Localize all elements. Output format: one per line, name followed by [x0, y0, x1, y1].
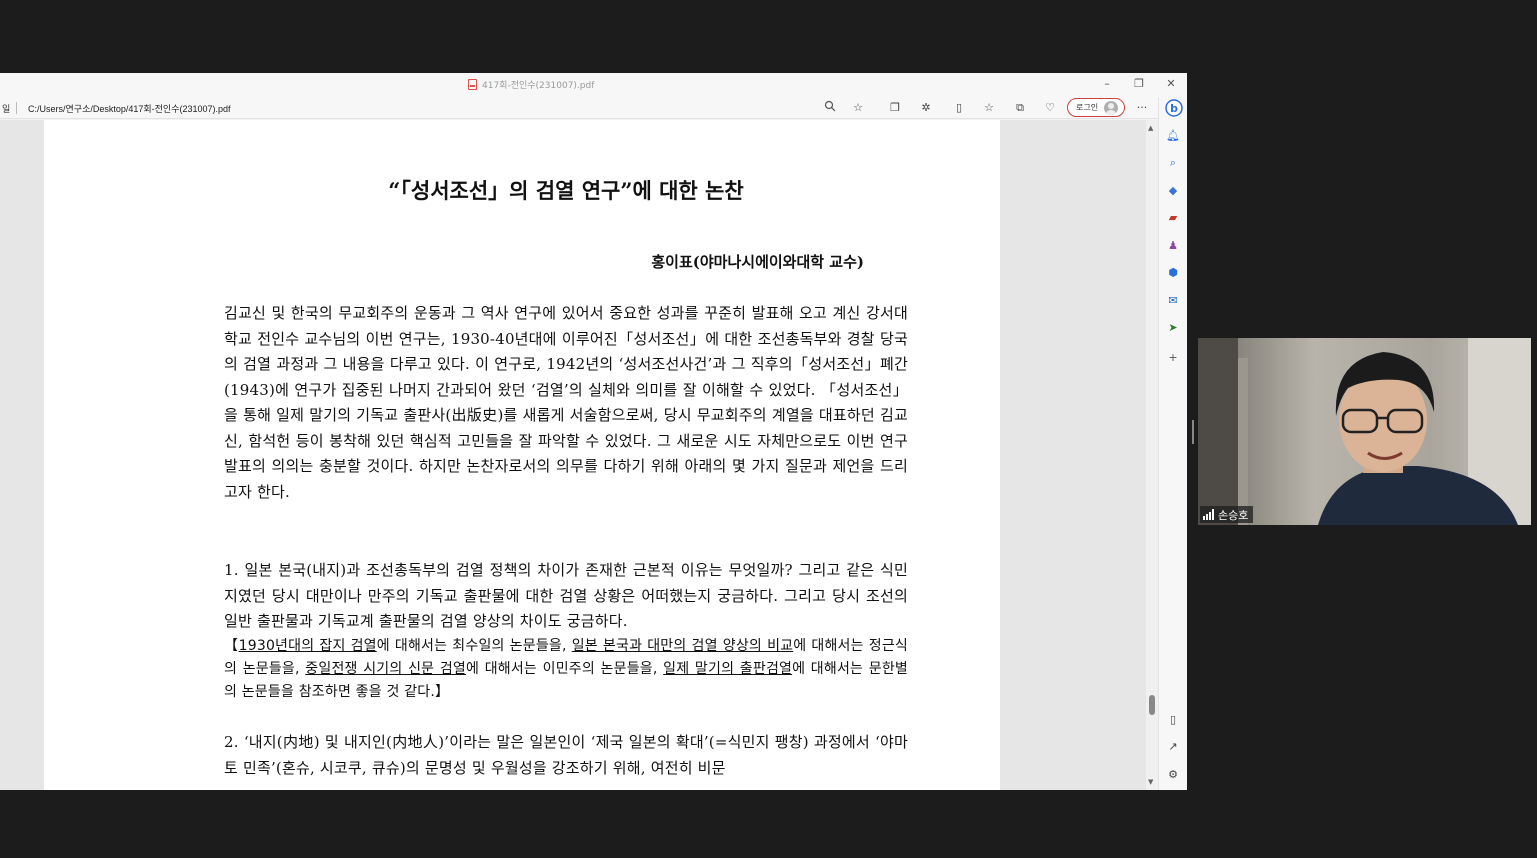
document-title: “「성서조선」의 검열 연구”에 대한 논찬	[388, 178, 744, 203]
tools-icon[interactable]: ▰	[1165, 210, 1181, 226]
pdf-viewer[interactable]: “「성서조선」의 검열 연구”에 대한 논찬 홍이표(야마나시에이와대학 교수)…	[0, 120, 1158, 790]
tab[interactable]: 417회-전인수(231007).pdf	[468, 78, 594, 91]
bracket-open: 【	[224, 638, 239, 654]
participant-name-label: 손승호	[1200, 506, 1254, 523]
search-icon[interactable]: ⌕	[1165, 155, 1181, 171]
resize-handle[interactable]	[1192, 420, 1194, 444]
tab-title: 417회-전인수(231007).pdf	[482, 81, 595, 91]
favorite-star-icon[interactable]: ☆	[850, 100, 866, 116]
edge-sidebar: b 🔔︎ ⌕ ◆ ▰ ♟ ⬢ ✉ ➤ + ▯ ↗ ⚙	[1158, 97, 1187, 790]
settings-gear-icon[interactable]: ⚙	[1165, 767, 1181, 783]
outlook-icon[interactable]: ✉	[1165, 293, 1181, 309]
ref-topic: 일본 본국과 대만의 검열 양상의 비교	[571, 638, 794, 654]
microsoft365-icon[interactable]: ⬢	[1165, 265, 1181, 281]
minimize-button[interactable]: –	[1100, 77, 1114, 90]
open-external-icon[interactable]: ↗	[1165, 739, 1181, 755]
vertical-scrollbar[interactable]: ▲ ▼	[1146, 120, 1158, 790]
participant-video	[1198, 338, 1531, 525]
games-icon[interactable]: ♟	[1165, 238, 1181, 254]
collections-icon[interactable]: ❐	[887, 100, 903, 116]
divider	[16, 102, 17, 114]
ref-topic: 중일전쟁 시기의 신문 검열	[305, 661, 466, 677]
bracket-close: 】	[435, 684, 450, 700]
title-bar: 417회-전인수(231007).pdf – ❐ ✕	[0, 73, 1187, 97]
sidebar-panel-icon[interactable]: ▯	[1165, 712, 1181, 728]
question-1-references: 【1930년대의 잡지 검열에 대해서는 최수일의 논문들을, 일본 본국과 대…	[224, 635, 908, 704]
browser-window: 417회-전인수(231007).pdf – ❐ ✕ 일 C:/Users/연구…	[0, 73, 1187, 790]
login-label: 로그인	[1076, 103, 1099, 112]
tab-actions-icon[interactable]: ⧉	[1012, 100, 1028, 116]
profile-avatar	[1104, 100, 1119, 115]
browser-essentials-icon[interactable]: ♡	[1042, 100, 1058, 116]
question-1: 1. 일본 본국(내지)과 조선총독부의 검열 정책의 차이가 존재한 근본적 …	[224, 561, 908, 630]
intro-paragraph: 김교신 및 한국의 무교회주의 운동과 그 역사 연구에 있어서 중요한 성과를…	[224, 304, 908, 501]
question-2: 2. ‘내지(内地) 및 내지인(内地人)’이라는 말은 일본인이 ‘제국 일본…	[224, 733, 908, 777]
video-tile[interactable]: 손승호	[1198, 338, 1531, 525]
pdf-page: “「성서조선」의 검열 연구”에 대한 논찬 홍이표(야마나시에이와대학 교수)…	[44, 120, 1000, 790]
screen: 417회-전인수(231007).pdf – ❐ ✕ 일 C:/Users/연구…	[0, 0, 1537, 858]
drop-icon[interactable]: ➤	[1165, 320, 1181, 336]
participant-name: 손승호	[1218, 508, 1249, 522]
add-icon[interactable]: +	[1165, 350, 1181, 366]
zoom-icon[interactable]	[822, 100, 838, 116]
scroll-up-arrow-icon[interactable]: ▲	[1148, 124, 1153, 132]
ref-text: 에 대해서는 이민주의 논문들을,	[466, 661, 664, 677]
scrollbar-thumb[interactable]	[1149, 695, 1155, 715]
extensions-icon[interactable]: ✲	[918, 100, 934, 116]
scroll-down-arrow-icon[interactable]: ▼	[1148, 778, 1153, 786]
url-field[interactable]: C:/Users/연구소/Desktop/417회-전인수(231007).pd…	[28, 102, 231, 115]
pdf-file-icon	[468, 79, 477, 90]
address-bar: 일 C:/Users/연구소/Desktop/417회-전인수(231007).…	[0, 97, 1187, 119]
document-author: 홍이표(야마나시에이와대학 교수)	[651, 253, 864, 271]
copilot-icon[interactable]: b	[1165, 99, 1183, 117]
signal-strength-icon	[1203, 509, 1214, 520]
ref-topic: 1930년대의 잡지 검열	[238, 638, 377, 654]
close-button[interactable]: ✕	[1164, 77, 1178, 90]
restore-button[interactable]: ❐	[1132, 77, 1146, 90]
address-prefix: 일	[2, 105, 11, 115]
favorites-icon[interactable]: ☆	[981, 100, 997, 116]
shopping-tag-icon[interactable]: ◆	[1165, 183, 1181, 199]
login-button[interactable]: 로그인	[1067, 98, 1125, 117]
more-menu-icon[interactable]: ···	[1134, 100, 1150, 116]
ref-text: 에 대해서는 최수일의 논문들을,	[376, 638, 572, 654]
ref-topic: 일제 말기의 출판검열	[663, 661, 793, 677]
svg-text:b: b	[1170, 102, 1178, 115]
split-screen-icon[interactable]: ▯	[951, 100, 967, 116]
notification-bell-icon[interactable]: 🔔︎	[1165, 128, 1181, 144]
